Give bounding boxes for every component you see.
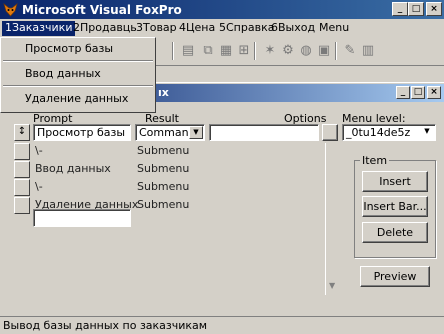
close-icon: × [430, 4, 438, 14]
menu-item-view-base[interactable]: Просмотр базы [25, 42, 113, 55]
minimize-icon: _ [400, 87, 406, 97]
close-button[interactable]: × [427, 86, 441, 99]
maximize-button[interactable]: □ [408, 2, 424, 16]
minimize-button[interactable]: _ [392, 2, 408, 16]
app-title: Microsoft Visual FoxPro [22, 3, 182, 17]
toolbar-icon-6[interactable]: ▥ [360, 43, 376, 59]
updown-arrow-icon: ↕ [17, 126, 27, 137]
minimize-icon: _ [397, 4, 403, 14]
toolbar-icon-3[interactable]: ▦ [218, 43, 234, 59]
maximize-icon: □ [413, 87, 423, 97]
toolbar-separator [254, 42, 256, 60]
delete-button[interactable]: Delete [362, 222, 428, 243]
vertical-scrollbar[interactable]: ▼ [325, 143, 339, 295]
menu-designer-title: ıx [158, 86, 169, 99]
row-result[interactable]: Submenu [137, 144, 189, 157]
insert-button[interactable]: Insert [362, 171, 428, 192]
options-button[interactable] [322, 124, 338, 141]
menu-level-combo[interactable]: _0tu14de5z ▼ [342, 124, 436, 141]
row-mover-button[interactable] [14, 179, 30, 196]
zakazchiki-dropdown-menu: Просмотр базы Ввод данных Удаление данны… [0, 37, 156, 113]
row-mover-button[interactable] [14, 143, 30, 160]
toolbar-icon-4[interactable]: ⊞ [236, 43, 252, 59]
tools-icon[interactable]: ✶ [262, 43, 278, 59]
menu-tovar[interactable]: 3Товар [133, 21, 180, 36]
menu-zakazchiki[interactable]: 1Заказчики [2, 21, 76, 36]
minimize-button[interactable]: _ [396, 86, 410, 99]
result-combo[interactable]: Command ▼ [135, 124, 205, 141]
scroll-down-arrow-icon[interactable]: ▼ [329, 281, 335, 290]
menu-tsena[interactable]: 4Цена [176, 21, 218, 36]
menu-item-data-entry[interactable]: Ввод данных [25, 67, 101, 80]
toolbar-separator [172, 42, 174, 60]
foxpro-icon [3, 3, 18, 17]
chevron-down-icon[interactable]: ▼ [189, 126, 203, 139]
row-mover-button[interactable] [14, 161, 30, 178]
new-prompt-field[interactable] [33, 209, 131, 227]
close-button[interactable]: × [426, 2, 442, 16]
insert-bar-button[interactable]: Insert Bar... [362, 196, 428, 217]
globe-icon[interactable]: ◍ [298, 43, 314, 59]
maximize-button[interactable]: □ [411, 86, 425, 99]
row-result[interactable]: Submenu [137, 198, 189, 211]
menu-prodavtsy[interactable]: 2Продавць [70, 21, 140, 36]
chevron-down-icon[interactable]: ▼ [420, 126, 434, 139]
toolbar-separator [335, 42, 337, 60]
toolbar-icon-2[interactable]: ⧉ [200, 43, 216, 59]
result-value-field[interactable] [209, 124, 319, 141]
prompt-field[interactable]: Просмотр базы [33, 124, 131, 141]
menu-designer-window: ıx _ □ × Prompt Result Options Menu leve… [0, 82, 444, 319]
close-icon: × [430, 87, 438, 97]
row-mover-button[interactable] [14, 197, 30, 214]
row-prompt[interactable]: \- [35, 144, 43, 157]
menu-vykhod[interactable]: 6Выход [268, 21, 318, 36]
row-result[interactable]: Submenu [137, 162, 189, 175]
gear-icon[interactable]: ⚙ [280, 43, 296, 59]
preview-button[interactable]: Preview [360, 266, 430, 287]
menu-separator [3, 60, 153, 62]
row-prompt[interactable]: \- [35, 180, 43, 193]
maximize-icon: □ [411, 4, 421, 14]
status-bar: Вывод базы данных по заказчикам [0, 316, 444, 334]
toolbar-icon-1[interactable]: ▤ [180, 43, 196, 59]
item-group-label: Item [360, 154, 390, 167]
row-result[interactable]: Submenu [137, 180, 189, 193]
menu-item-delete-data[interactable]: Удаление данных [25, 92, 128, 105]
menu-separator [3, 85, 153, 87]
menu-bar: 1Заказчики 2Продавць 3Товар 4Цена 5Справ… [0, 19, 444, 37]
toolbar-icon-5[interactable]: ▣ [316, 43, 332, 59]
status-text: Вывод базы данных по заказчикам [3, 319, 208, 332]
wizard-icon[interactable]: ✎ [342, 43, 358, 59]
app-title-bar: Microsoft Visual FoxPro _ □ × [0, 0, 444, 19]
row-mover-button[interactable]: ↕ [14, 124, 30, 141]
row-prompt[interactable]: Ввод данных [35, 162, 111, 175]
menu-menu[interactable]: Menu [316, 21, 352, 36]
